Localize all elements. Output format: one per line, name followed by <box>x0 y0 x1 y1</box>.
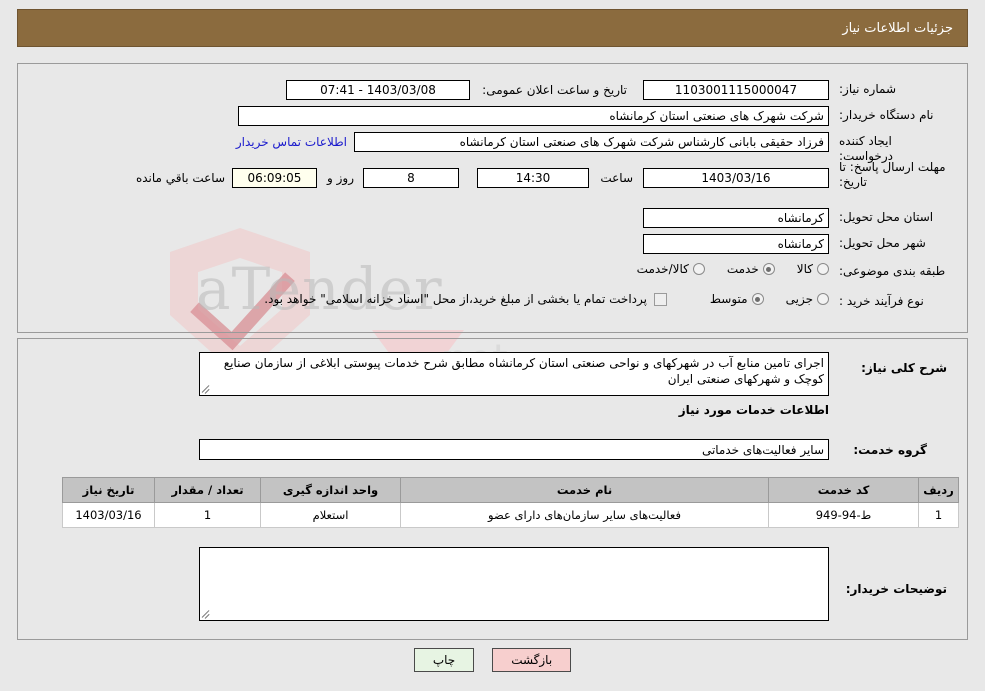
process-option-label: جزیی <box>785 292 813 306</box>
radio-icon-selected[interactable] <box>751 293 764 305</box>
requester-field[interactable]: فرزاد حقیقی بابانی کارشناس شرکت شهرک های… <box>354 132 829 152</box>
resize-grip-icon[interactable] <box>202 610 211 619</box>
cell-unit: استعلام <box>260 502 401 528</box>
resize-grip-icon[interactable] <box>202 385 211 394</box>
radio-icon-selected[interactable] <box>762 263 775 275</box>
label-deadline-time: ساعت <box>600 171 633 185</box>
category-option-label: کالا <box>796 262 813 276</box>
buyer-org-field[interactable]: شرکت شهرک های صنعتی استان کرمانشاه <box>238 106 829 126</box>
process-option-motevaset[interactable]: متوسط <box>710 292 764 306</box>
cell-service-name: فعالیت‌های سایر سازمان‌های دارای عضو <box>400 502 769 528</box>
table-header-row: ردیف کد خدمت نام خدمت واحد اندازه گیری ت… <box>62 477 959 503</box>
need-number-field[interactable]: 1103001115000047 <box>643 80 829 100</box>
need-summary-textarea[interactable]: اجرای تامین منابع آب در شهرکهای و نواحی … <box>199 352 829 396</box>
col-need-date: تاریخ نیاز <box>62 477 155 503</box>
buyer-contact-link[interactable]: اطلاعات تماس خریدار <box>236 132 347 152</box>
category-radio-group[interactable]: کالا خدمت کالا/خدمت <box>637 262 829 276</box>
cell-need-date: 1403/03/16 <box>62 502 155 528</box>
city-field[interactable]: کرمانشاه <box>643 234 829 254</box>
label-days-word: روز و <box>327 171 354 185</box>
page-header-bar: جزئیات اطلاعات نیاز <box>17 9 968 47</box>
services-section-title: اطلاعات خدمات مورد نیاز <box>678 403 829 417</box>
col-service-name: نام خدمت <box>400 477 769 503</box>
process-option-label: متوسط <box>709 292 748 306</box>
category-option-khedmat[interactable]: خدمت <box>727 262 775 276</box>
label-buyer-org: نام دستگاه خریدار: <box>839 108 934 122</box>
province-field[interactable]: کرمانشاه <box>643 208 829 228</box>
radio-icon[interactable] <box>692 263 705 275</box>
treasury-checkbox-row[interactable]: پرداخت تمام یا بخشی از مبلغ خرید،از محل … <box>264 292 667 306</box>
label-process-type: نوع فرآیند خرید : <box>839 294 924 308</box>
radio-icon[interactable] <box>817 293 829 305</box>
service-details-panel: شرح کلی نیاز: اجرای تامین منابع آب در شه… <box>17 338 968 640</box>
button-bar: بازگشت چاپ <box>0 648 985 672</box>
need-info-panel: شماره نیاز: 1103001115000047 تاریخ و ساع… <box>17 63 968 333</box>
category-option-kala[interactable]: کالا <box>797 262 829 276</box>
process-type-radio-group[interactable]: جزیی متوسط <box>710 292 829 306</box>
category-option-label: کالا/خدمت <box>636 262 689 276</box>
label-remaining-suffix: ساعت باقي مانده <box>135 171 225 185</box>
checkbox-icon[interactable] <box>654 292 667 306</box>
public-announce-field[interactable]: 1403/03/08 - 07:41 <box>286 80 470 100</box>
days-remaining-field[interactable]: 8 <box>363 168 459 188</box>
col-service-code: کد خدمت <box>768 477 919 503</box>
col-unit: واحد اندازه گیری <box>260 477 401 503</box>
category-option-kala-khedmat[interactable]: کالا/خدمت <box>637 262 705 276</box>
label-need-number: شماره نیاز: <box>839 82 896 96</box>
label-buyer-notes: توضیحات خریدار: <box>845 582 947 596</box>
services-table: ردیف کد خدمت نام خدمت واحد اندازه گیری ت… <box>62 477 959 528</box>
hours-remaining-field[interactable]: 06:09:05 <box>232 168 317 188</box>
label-city: شهر محل تحویل: <box>839 236 926 250</box>
back-button[interactable]: بازگشت <box>492 648 572 672</box>
label-category: طبقه بندی موضوعی: <box>839 264 946 278</box>
process-option-jozei[interactable]: جزیی <box>786 292 829 306</box>
label-public-announce: تاریخ و ساعت اعلان عمومی: <box>482 83 627 97</box>
treasury-checkbox-label: پرداخت تمام یا بخشی از مبلغ خرید،از محل … <box>264 292 647 306</box>
category-option-label: خدمت <box>726 262 759 276</box>
label-province: استان محل تحویل: <box>839 210 934 224</box>
need-summary-text: اجرای تامین منابع آب در شهرکهای و نواحی … <box>223 356 824 386</box>
deadline-time-field[interactable]: 14:30 <box>477 168 589 188</box>
cell-quantity: 1 <box>154 502 261 528</box>
deadline-date-field[interactable]: 1403/03/16 <box>643 168 829 188</box>
col-row-no: ردیف <box>918 477 959 503</box>
cell-service-code: ط-94-949 <box>768 502 919 528</box>
print-button[interactable]: چاپ <box>413 648 475 672</box>
radio-icon[interactable] <box>817 263 829 275</box>
page-title: جزئیات اطلاعات نیاز <box>842 20 953 36</box>
buyer-notes-textarea[interactable] <box>199 547 829 621</box>
service-group-field[interactable]: سایر فعالیت‌های خدماتی <box>199 439 829 460</box>
cell-row-no: 1 <box>918 502 959 528</box>
label-deadline: مهلت ارسال پاسخ: تا تاریخ: <box>839 160 946 189</box>
label-need-summary: شرح کلی نیاز: <box>861 361 947 375</box>
table-row: 1 ط-94-949 فعالیت‌های سایر سازمان‌های دا… <box>62 502 959 528</box>
label-service-group: گروه خدمت: <box>853 443 927 457</box>
col-quantity: تعداد / مقدار <box>154 477 261 503</box>
